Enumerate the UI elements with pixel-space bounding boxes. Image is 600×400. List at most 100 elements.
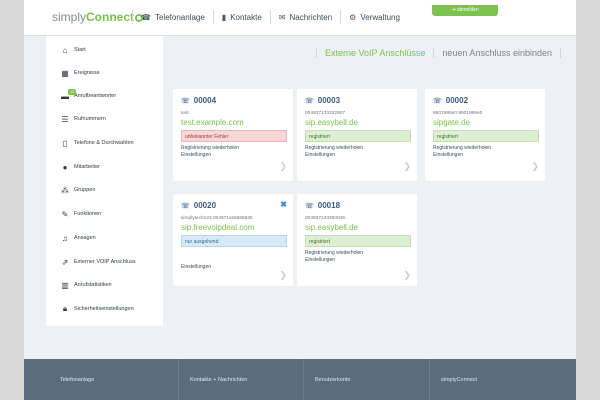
sidebar-item-externer-voip[interactable]: ⇗ Externer VOIP Anschluss [46,254,163,270]
group-icon: ⁂ [61,185,69,195]
top-header: simplyConnect ☎ Telefonanlage ▮ Kontakte ✉… [24,0,576,36]
sidebar: ⌂ Start ▦ Ereignisse ▬ 12 Anrufbeantworter ☰… [46,36,163,326]
phone-line-icon: ☏ [305,97,314,105]
list-icon: ☰ [61,114,69,124]
sidebar-item-ansagen[interactable]: ♫ Ansagen [46,230,163,246]
card-id: 00018 [317,201,341,210]
sidebar-item-label: Rufnummern [74,116,106,122]
status-badge: unbekannter Fehler [181,130,287,142]
voip-card[interactable]: ☏ 00020 ✖ simplytech123 004971166866835 s… [173,194,293,286]
bar-chart-icon: ▥ [61,280,69,290]
user-icon: ● [62,162,68,172]
sidebar-item-label: Sicherheitseinstellungen [74,306,134,312]
sidebar-item-label: Ereignisse [74,70,100,76]
logo-text-right: Connect [86,10,135,24]
card-id: 00004 [193,96,217,105]
sidebar-item-label: Anrufstatistiken [74,282,112,288]
status-badge: registriert [305,130,411,142]
card-id: 00002 [445,96,469,105]
card-id: 00020 [193,201,217,210]
card-host: sipgate.de [433,118,470,127]
phone-line-icon: ☏ [181,202,190,210]
settings-link[interactable]: Einstellungen [433,152,463,158]
card-host: test.example.com [181,118,244,127]
mobile-icon: ▯ [62,138,68,148]
settings-link[interactable]: Einstellungen [181,152,211,158]
tab-externe-voip[interactable]: Externe VoIP Anschlüsse [316,48,435,58]
card-desc: simplytech123 004971166866835 [181,216,253,221]
card-desc: 8601986e0 8601986e0 [433,111,483,116]
voip-card[interactable]: ☏ 00003 004937133222907 sip.easybell.de r… [297,89,417,181]
phone-line-icon: ☏ [181,97,190,105]
logout-button[interactable]: ⇥ abmelden [432,5,498,16]
settings-link[interactable]: Einstellungen [181,264,211,270]
footer-link-simplyconnect[interactable]: simplyConnect [429,359,477,400]
close-icon[interactable]: ✖ [280,200,287,209]
sidebar-item-label: Funktionen [74,211,102,217]
logo[interactable]: simplyConnect [52,10,144,24]
top-nav: ☎ Telefonanlage ▮ Kontakte ✉ Nachrichten ⚙ V… [132,10,408,24]
footer-link-kontakte[interactable]: Kontakte + Nachrichten [178,359,247,400]
sidebar-item-gruppen[interactable]: ⁂ Gruppen [46,182,163,198]
chevron-right-icon[interactable]: ❯ [531,161,539,172]
sidebar-item-label: Telefone & Durchwahlen [74,140,134,146]
phone-line-icon: ☏ [433,97,442,105]
status-badge: registriert [305,235,411,247]
card-host: sip.freevoipdeal.com [181,223,255,232]
retry-registration-link[interactable]: Registrierung wiederholen [305,145,363,151]
sidebar-item-start[interactable]: ⌂ Start [46,42,163,58]
chevron-right-icon[interactable]: ❯ [279,161,287,172]
retry-registration-link[interactable]: Registrierung wiederholen [181,145,239,151]
card-title: ☏ 00002 [433,96,468,105]
sidebar-item-label: Ansagen [74,235,96,241]
card-desc: 004937133350046 [305,216,346,221]
sidebar-item-ereignisse[interactable]: ▦ Ereignisse [46,65,163,81]
tab-neuen-anschluss[interactable]: neuen Anschluss einbinden [434,48,561,58]
calendar-icon: ▦ [61,68,69,78]
chevron-right-icon[interactable]: ❯ [403,161,411,172]
music-icon: ♫ [62,233,68,243]
footer-link-telefonanlage[interactable]: Telefonanlage [48,359,94,400]
sidebar-item-funktionen[interactable]: ✎ Funktionen [46,206,163,222]
gears-icon: ⚙ [349,12,357,22]
settings-link[interactable]: Einstellungen [305,152,335,158]
card-host: sip.easybell.de [305,223,358,232]
nav-nachrichten[interactable]: ✉ Nachrichten [269,10,340,24]
nav-label: Verwaltung [360,12,400,22]
voip-card[interactable]: ☏ 00004 test test.example.com unbekannter… [173,89,293,181]
sidebar-item-label: Anrufbeantworter [74,93,117,99]
card-host: sip.easybell.de [305,118,358,127]
nav-kontakte[interactable]: ▮ Kontakte [212,10,270,24]
voicemail-icon: ▬ 12 [61,88,77,101]
phone-icon: ☎ [141,12,151,22]
card-title: ☏ 00020 [181,201,216,210]
chevron-right-icon[interactable]: ❯ [279,270,287,281]
sidebar-item-sicherheit[interactable]: 🔒︎ Sicherheitseinstellungen [46,301,163,317]
voip-card[interactable]: ☏ 00002 8601986e0 8601986e0 sipgate.de re… [425,89,545,181]
retry-registration-link[interactable]: Registrierung wiederholen [305,250,363,256]
external-link-icon: ⇗ [61,257,69,267]
status-badge: nur ausgehend [181,235,287,247]
nav-label: Telefonanlage [154,12,205,22]
nav-telefonanlage[interactable]: ☎ Telefonanlage [132,10,213,24]
sidebar-item-anrufstatistiken[interactable]: ▥ Anrufstatistiken [46,277,163,293]
card-desc: 004937133222907 [305,111,346,116]
footer-link-benutzerkonto[interactable]: Benutzerkonto [303,359,350,400]
nav-verwaltung[interactable]: ⚙ Verwaltung [340,10,408,24]
sidebar-item-label: Gruppen [74,187,96,193]
sidebar-item-telefone[interactable]: ▯ Telefone & Durchwahlen [46,135,163,151]
chevron-right-icon[interactable]: ❯ [403,270,411,281]
sidebar-item-anrufbeantworter[interactable]: ▬ 12 Anrufbeantworter [46,88,163,104]
logout-label: abmelden [456,7,479,13]
wand-icon: ✎ [61,209,69,219]
sidebar-item-rufnummern[interactable]: ☰ Rufnummern [46,111,163,127]
sidebar-item-label: Start [74,47,86,53]
tab-bar: Externe VoIP Anschlüsse neuen Anschluss … [316,44,561,62]
card-id: 00003 [317,96,341,105]
sidebar-item-mitarbeiter[interactable]: ● Mitarbeiter [46,159,163,175]
voip-card[interactable]: ☏ 00018 004937133350046 sip.easybell.de r… [297,194,417,286]
settings-link[interactable]: Einstellungen [305,257,335,263]
retry-registration-link[interactable]: Registrierung wiederholen [433,145,491,151]
book-icon: ▮ [221,12,227,22]
card-title: ☏ 00004 [181,96,216,105]
